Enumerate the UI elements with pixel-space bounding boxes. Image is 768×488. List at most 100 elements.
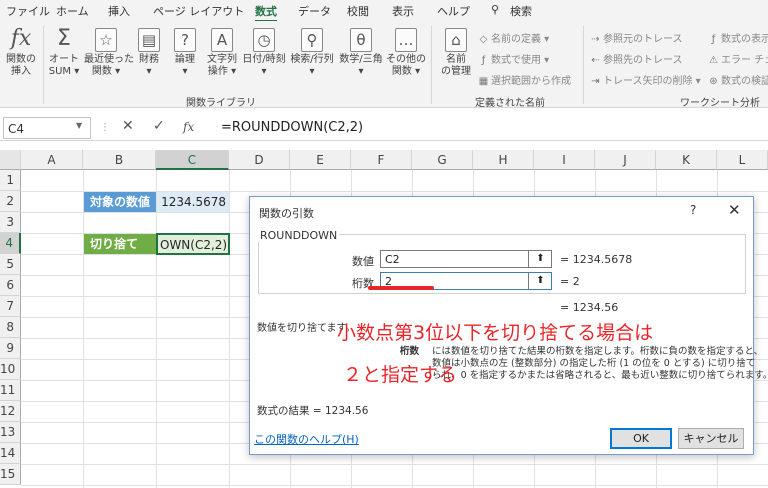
search-icon[interactable]: ⚲ <box>491 3 499 16</box>
row-header-10[interactable]: 10 <box>0 359 21 380</box>
menu-formulas[interactable]: 数式 <box>255 3 277 22</box>
help-icon[interactable]: ? <box>690 203 696 217</box>
row-header-3[interactable]: 3 <box>0 212 21 233</box>
cell-c4-active[interactable]: OWN(C2,2) <box>156 233 230 255</box>
ribbon-divider <box>583 26 584 104</box>
insert-function-button[interactable]: fx 関数の 挿入 <box>4 28 38 78</box>
column-header-e[interactable]: E <box>290 150 351 170</box>
tag-icon: ⌂ <box>445 28 467 52</box>
trace-precedents-button[interactable]: ⇢ 参照元のトレース <box>590 30 682 45</box>
row-header-15[interactable]: 15 <box>0 464 21 485</box>
row-header-11[interactable]: 11 <box>0 380 21 401</box>
close-icon[interactable]: ✕ <box>728 201 741 219</box>
column-header-c[interactable]: C <box>156 150 229 170</box>
cell-b2[interactable]: 対象の数値 <box>84 192 156 212</box>
define-name-button[interactable]: ◇ 名前の定義 ▾ <box>478 30 550 45</box>
arg-desc-line3: られ、0 を指定するかまたは省略されると、最も近い整数に切り捨てられます。 <box>432 370 768 381</box>
row-header-14[interactable]: 14 <box>0 443 21 464</box>
dialog-title: 関数の引数 <box>259 207 314 220</box>
gridline <box>156 170 157 488</box>
gridline <box>83 170 84 488</box>
chevron-down-icon[interactable]: ▼ <box>76 121 82 130</box>
logical-button[interactable]: ? 論理 ▾ <box>168 28 202 78</box>
menu-view[interactable]: 表示 <box>392 3 414 19</box>
ok-button[interactable]: OK <box>610 428 672 449</box>
error-checking-button[interactable]: ⚠エラー チェック <box>708 51 768 66</box>
date-time-button[interactable]: ◷ 日付/時刻 ▾ <box>241 28 287 78</box>
row-header-4[interactable]: 4 <box>0 233 21 254</box>
grid-small-icon: ▦ <box>478 76 489 87</box>
cell-c2[interactable]: 1234.5678 <box>157 192 229 212</box>
menu-data[interactable]: データ <box>298 3 331 19</box>
group-label-function-library: 関数ライブラリ <box>186 98 256 109</box>
ellipsis-icon: … <box>395 28 417 52</box>
row-header-6[interactable]: 6 <box>0 275 21 296</box>
ribbon-divider <box>431 26 432 104</box>
arg1-input[interactable]: C2 <box>380 250 552 268</box>
clock-icon: ◷ <box>253 28 275 52</box>
row-header-7[interactable]: 7 <box>0 296 21 317</box>
group-label-formula-auditing: ワークシート分析 <box>680 98 760 109</box>
math-trig-button[interactable]: θ 数学/三角 ▾ <box>337 28 385 78</box>
row-header-12[interactable]: 12 <box>0 401 21 422</box>
formula-small-icon: ƒ <box>481 55 486 66</box>
column-header-g[interactable]: G <box>412 150 473 170</box>
enter-check-icon[interactable]: ✓ <box>153 118 165 134</box>
financial-button[interactable]: ▤ 財務 ▾ <box>132 28 166 78</box>
select-all-corner[interactable] <box>0 150 21 170</box>
name-manager-button[interactable]: ⌂ 名前 の管理 <box>436 28 476 78</box>
column-header-i[interactable]: I <box>534 150 595 170</box>
formula-input[interactable]: =ROUNDDOWN(C2,2) <box>221 120 363 135</box>
arg1-label: 数値 <box>352 255 374 268</box>
insert-function-icon[interactable]: fx <box>183 120 194 134</box>
column-header-j[interactable]: J <box>595 150 656 170</box>
show-formulas-button[interactable]: ƒ 数式の表示 <box>708 30 768 45</box>
menu-home[interactable]: ホーム <box>56 3 89 19</box>
arg-desc-label: 桁数 <box>400 346 420 357</box>
column-header-h[interactable]: H <box>473 150 534 170</box>
row-header-5[interactable]: 5 <box>0 254 21 275</box>
help-link[interactable]: この関数のヘルプ(H) <box>254 431 359 447</box>
row-header-8[interactable]: 8 <box>0 317 21 338</box>
column-header-b[interactable]: B <box>83 150 156 170</box>
question-book-icon: ? <box>174 28 196 52</box>
column-header-d[interactable]: D <box>229 150 290 170</box>
ribbon-divider <box>43 26 44 104</box>
use-in-formula-button[interactable]: ƒ 数式で使用 ▾ <box>478 51 549 66</box>
menu-search[interactable]: 検索 <box>510 3 532 19</box>
column-header-l[interactable]: L <box>717 150 768 170</box>
collapse-dialog-icon[interactable]: ⬆ <box>528 251 552 267</box>
arg1-result: = 1234.5678 <box>560 253 633 266</box>
total-result: = 1234.56 <box>560 301 619 314</box>
group-label-defined-names: 定義された名前 <box>475 98 545 109</box>
column-header-k[interactable]: K <box>656 150 717 170</box>
row-header-2[interactable]: 2 <box>0 191 21 212</box>
more-functions-button[interactable]: … その他の 関数 ▾ <box>386 28 426 78</box>
row-header-13[interactable]: 13 <box>0 422 21 443</box>
autosum-button[interactable]: Σ オート SUM ▾ <box>47 28 81 78</box>
evaluate-formula-button[interactable]: ⊛ 数式の検証 <box>708 72 768 87</box>
row-header-9[interactable]: 9 <box>0 338 21 359</box>
trace-dependents-button[interactable]: ⇠ 参照先のトレース <box>590 51 682 66</box>
menu-file[interactable]: ファイル <box>6 3 50 19</box>
menu-review[interactable]: 校閲 <box>347 3 369 19</box>
database-icon: ▤ <box>138 28 160 52</box>
create-from-selection-button[interactable]: ▦ 選択範囲から作成 <box>478 72 571 87</box>
cell-b4[interactable]: 切り捨て <box>84 234 156 254</box>
text-button[interactable]: A 文字列 操作 ▾ <box>203 28 241 78</box>
remove-arrows-button[interactable]: ⇥ トレース矢印の削除 ▾ <box>590 72 700 87</box>
menu-help[interactable]: ヘルプ <box>437 3 470 19</box>
trace-dependents-icon: ⇠ <box>591 55 600 66</box>
column-header-f[interactable]: F <box>351 150 412 170</box>
collapse-dialog-icon[interactable]: ⬆ <box>528 273 552 289</box>
theta-icon: θ <box>350 28 372 52</box>
column-header-a[interactable]: A <box>21 150 83 170</box>
more-icon: ⋮ <box>100 122 110 133</box>
lookup-reference-button[interactable]: ⚲ 検索/行列 ▾ <box>288 28 336 78</box>
cancel-icon[interactable]: ✕ <box>122 118 134 134</box>
menu-page-layout[interactable]: ページ レイアウト <box>153 3 244 19</box>
row-header-1[interactable]: 1 <box>0 170 21 191</box>
cancel-button[interactable]: キャンセル <box>678 428 744 449</box>
menu-insert[interactable]: 挿入 <box>108 3 130 19</box>
recently-used-button[interactable]: ☆ 最近使った 関数 ▾ <box>84 28 134 78</box>
